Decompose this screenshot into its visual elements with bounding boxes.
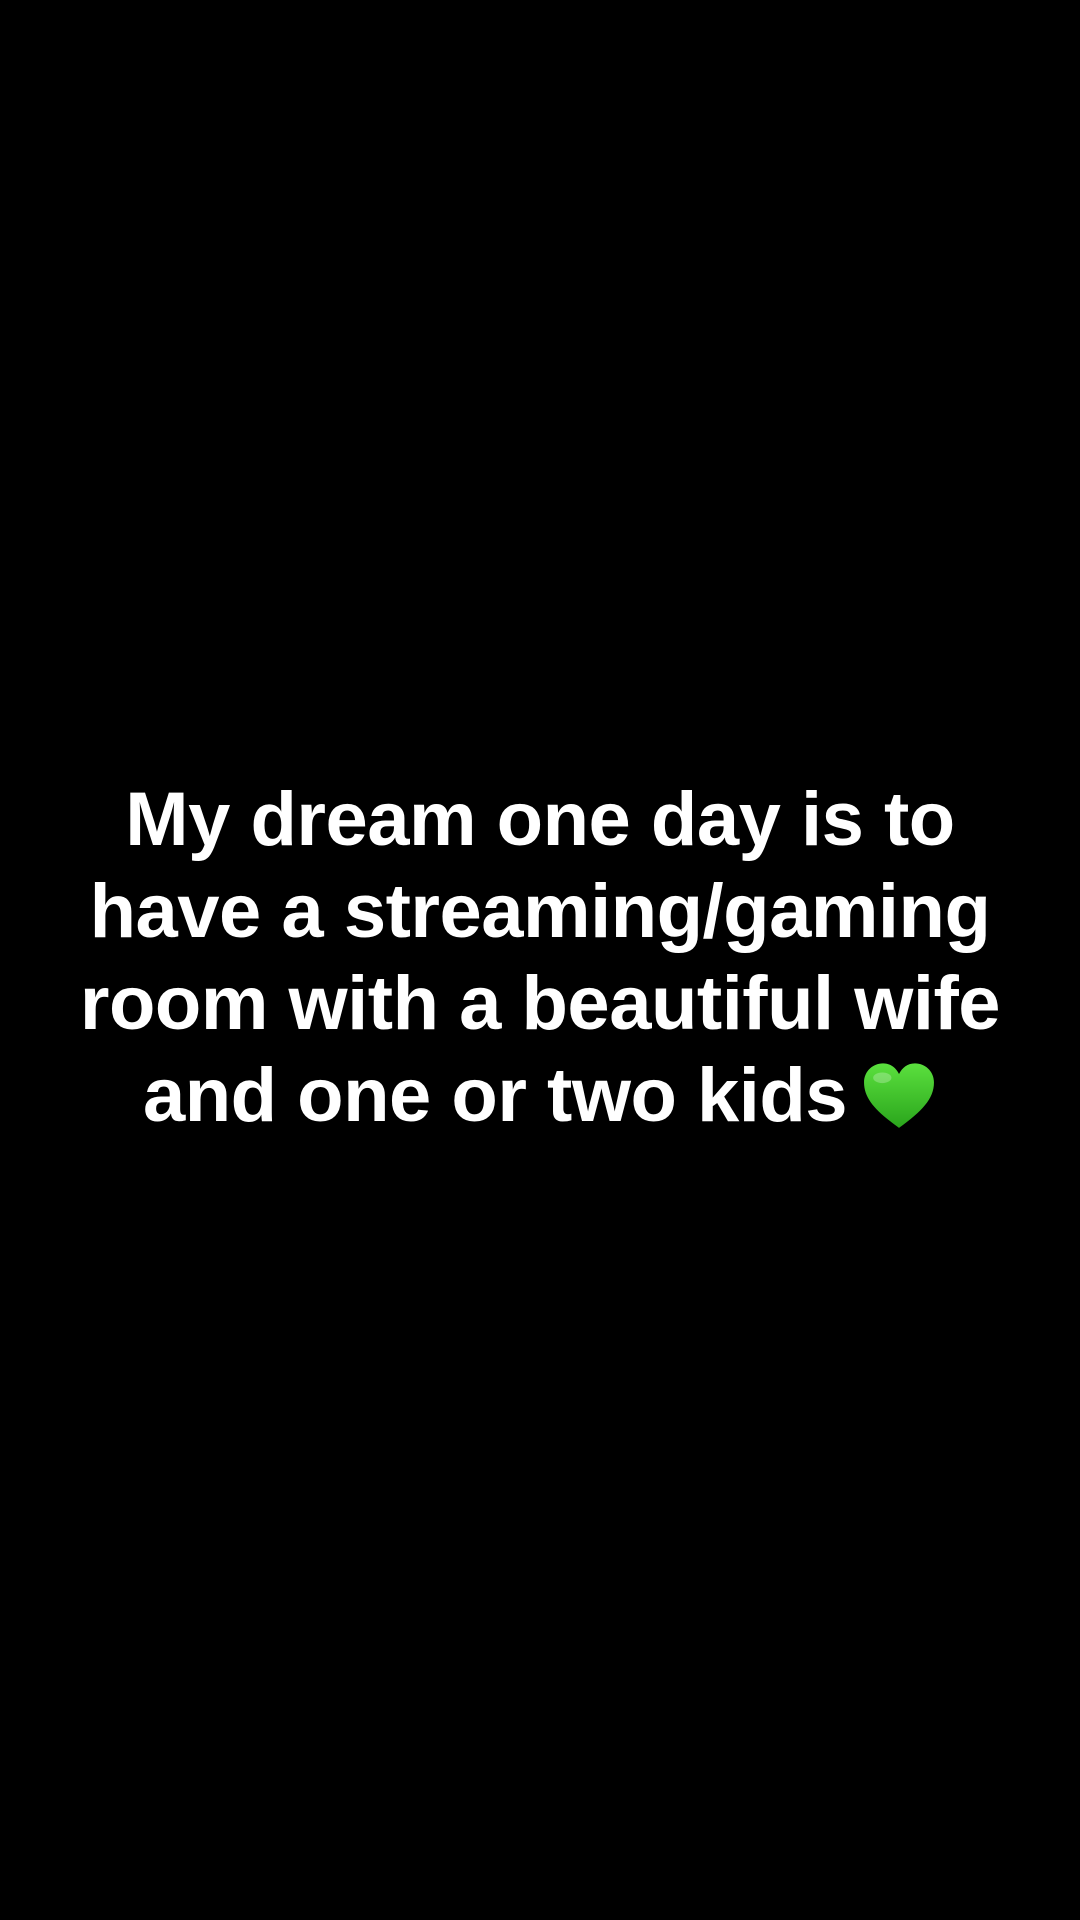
caption-line-2: have a streaming/gaming — [89, 869, 991, 954]
story-screen: My dream one day is to have a streaming/… — [0, 0, 1080, 1920]
caption-line-3: room with a beautiful wife — [79, 961, 1001, 1046]
caption-text: My dream one day is to have a streaming/… — [0, 774, 1080, 1142]
caption-line-4: and one or two kids — [0, 1050, 1080, 1142]
green-heart-icon — [864, 1063, 935, 1128]
caption-line-4-text: and one or two kids — [142, 1053, 848, 1138]
caption-line-1: My dream one day is to — [125, 777, 955, 862]
